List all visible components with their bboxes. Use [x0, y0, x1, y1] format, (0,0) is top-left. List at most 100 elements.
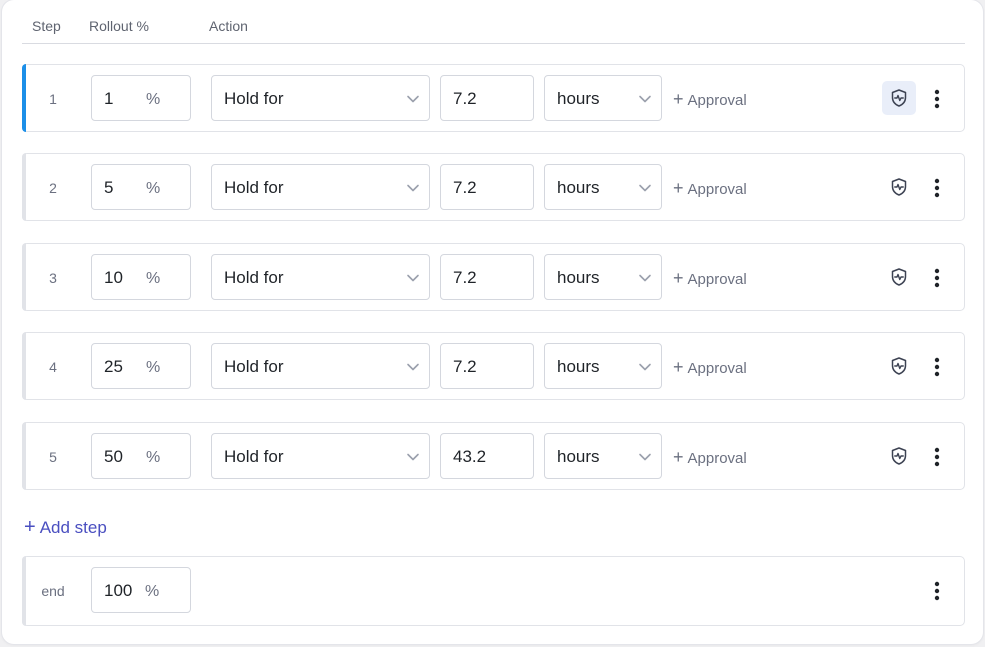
action-value: Hold for	[224, 268, 284, 287]
plus-icon: +	[673, 447, 684, 467]
action-select[interactable]: Hold for	[211, 343, 430, 389]
action-select[interactable]: Hold for	[211, 75, 430, 121]
kebab-menu-icon	[934, 89, 940, 109]
health-check-button[interactable]	[882, 439, 916, 473]
rollout-value: 5	[104, 178, 114, 197]
rollout-percent-input[interactable]: 10%	[91, 254, 191, 300]
end-row-menu-button[interactable]	[927, 577, 947, 605]
duration-unit-select[interactable]: hours	[544, 164, 662, 210]
percent-sign: %	[146, 449, 161, 466]
duration-unit-select[interactable]: hours	[544, 75, 662, 121]
duration-value: 7.2	[453, 357, 477, 376]
health-check-button[interactable]	[882, 170, 916, 204]
rollout-value: 25	[104, 357, 123, 376]
percent-sign: %	[146, 359, 161, 376]
approval-label: Approval	[687, 271, 747, 288]
chevron-down-icon	[407, 453, 419, 461]
add-step-label: Add step	[39, 518, 107, 537]
header-step: Step	[32, 18, 61, 34]
duration-input[interactable]: 7.2	[440, 254, 534, 300]
add-step-button[interactable]: + Add step	[24, 516, 107, 539]
add-approval-button[interactable]: + Approval	[673, 178, 747, 199]
chevron-down-icon	[407, 184, 419, 192]
unit-value: hours	[557, 357, 600, 376]
step-number: 2	[49, 180, 57, 196]
unit-value: hours	[557, 268, 600, 287]
rollout-percent-input[interactable]: 1%	[91, 75, 191, 121]
add-approval-button[interactable]: + Approval	[673, 447, 747, 468]
percent-sign: %	[146, 270, 161, 287]
plus-icon: +	[673, 268, 684, 288]
rollout-percent-input[interactable]: 5%	[91, 164, 191, 210]
duration-input[interactable]: 7.2	[440, 164, 534, 210]
health-check-button[interactable]	[882, 260, 916, 294]
add-approval-button[interactable]: + Approval	[673, 357, 747, 378]
row-menu-button[interactable]	[927, 264, 947, 292]
header-rollout: Rollout %	[89, 18, 149, 34]
row-menu-button[interactable]	[927, 443, 947, 471]
plus-icon: +	[24, 516, 36, 538]
duration-unit-select[interactable]: hours	[544, 433, 662, 479]
rollout-percent-input[interactable]: 50%	[91, 433, 191, 479]
chevron-down-icon	[639, 274, 651, 282]
step-row: 2 5% Hold for 7.2 hours + Approval	[22, 153, 965, 221]
duration-input[interactable]: 7.2	[440, 343, 534, 389]
chevron-down-icon	[407, 95, 419, 103]
shield-pulse-icon	[891, 89, 907, 107]
shield-pulse-icon	[891, 178, 907, 196]
unit-value: hours	[557, 89, 600, 108]
plus-icon: +	[673, 89, 684, 109]
row-menu-button[interactable]	[927, 174, 947, 202]
chevron-down-icon	[407, 274, 419, 282]
step-row: 1 1% Hold for 7.2 hours + Approval	[22, 64, 965, 132]
add-approval-button[interactable]: + Approval	[673, 268, 747, 289]
chevron-down-icon	[639, 95, 651, 103]
health-check-button[interactable]	[882, 349, 916, 383]
end-rollout-input[interactable]: 100 %	[91, 567, 191, 613]
shield-pulse-icon	[891, 268, 907, 286]
rollout-value: 50	[104, 447, 123, 466]
kebab-menu-icon	[934, 357, 940, 377]
percent-sign: %	[146, 180, 161, 197]
end-rollout-value: 100	[104, 581, 133, 600]
step-number: 5	[49, 449, 57, 465]
duration-input[interactable]: 7.2	[440, 75, 534, 121]
rollout-value: 10	[104, 268, 123, 287]
step-number: 1	[49, 91, 57, 107]
row-menu-button[interactable]	[927, 85, 947, 113]
duration-value: 43.2	[453, 447, 487, 466]
kebab-menu-icon	[934, 268, 940, 288]
rollout-percent-input[interactable]: 25%	[91, 343, 191, 389]
plus-icon: +	[673, 357, 684, 377]
chevron-down-icon	[639, 363, 651, 371]
duration-unit-select[interactable]: hours	[544, 343, 662, 389]
kebab-menu-icon	[934, 581, 940, 601]
plus-icon: +	[673, 178, 684, 198]
step-row: 4 25% Hold for 7.2 hours + Approval	[22, 332, 965, 400]
duration-input[interactable]: 43.2	[440, 433, 534, 479]
rollout-value: 1	[104, 89, 114, 108]
kebab-menu-icon	[934, 178, 940, 198]
shield-pulse-icon	[891, 357, 907, 375]
unit-value: hours	[557, 447, 600, 466]
action-value: Hold for	[224, 357, 284, 376]
step-row: 5 50% Hold for 43.2 hours + Approval	[22, 422, 965, 490]
rollout-steps-card: Step Rollout % Action 1 1% Hold for 7.2 hour…	[2, 0, 983, 644]
step-number: 3	[49, 270, 57, 286]
approval-label: Approval	[687, 360, 747, 377]
add-approval-button[interactable]: + Approval	[673, 89, 747, 110]
duration-unit-select[interactable]: hours	[544, 254, 662, 300]
chevron-down-icon	[639, 453, 651, 461]
duration-value: 7.2	[453, 89, 477, 108]
approval-label: Approval	[687, 181, 747, 198]
approval-label: Approval	[687, 92, 747, 109]
header-action: Action	[209, 18, 248, 34]
action-select[interactable]: Hold for	[211, 164, 430, 210]
action-select[interactable]: Hold for	[211, 254, 430, 300]
row-menu-button[interactable]	[927, 353, 947, 381]
table-header: Step Rollout % Action	[22, 0, 965, 44]
action-select[interactable]: Hold for	[211, 433, 430, 479]
unit-value: hours	[557, 178, 600, 197]
health-check-button[interactable]	[882, 81, 916, 115]
action-value: Hold for	[224, 89, 284, 108]
